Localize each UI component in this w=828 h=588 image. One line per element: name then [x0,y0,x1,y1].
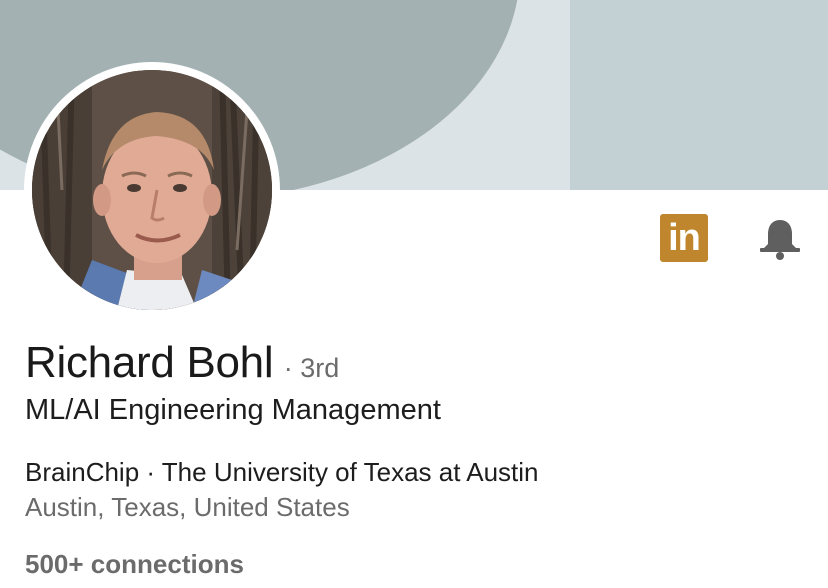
profile-company-education[interactable]: BrainChip · The University of Texas at A… [25,457,539,488]
banner-shape-right [570,0,828,190]
bell-icon[interactable] [758,216,802,260]
avatar[interactable] [32,70,272,310]
connections-count[interactable]: 500+ connections [25,549,244,580]
connection-degree: · 3rd [283,353,340,383]
profile-location: Austin, Texas, United States [25,492,350,522]
profile-name-line: Richard Bohl · 3rd [25,338,339,388]
profile-name: Richard Bohl [25,338,274,387]
avatar-photo [32,70,272,310]
profile-headline: ML/AI Engineering Management [25,394,441,426]
linkedin-icon[interactable]: in [660,214,708,262]
avatar-ring [24,62,280,318]
